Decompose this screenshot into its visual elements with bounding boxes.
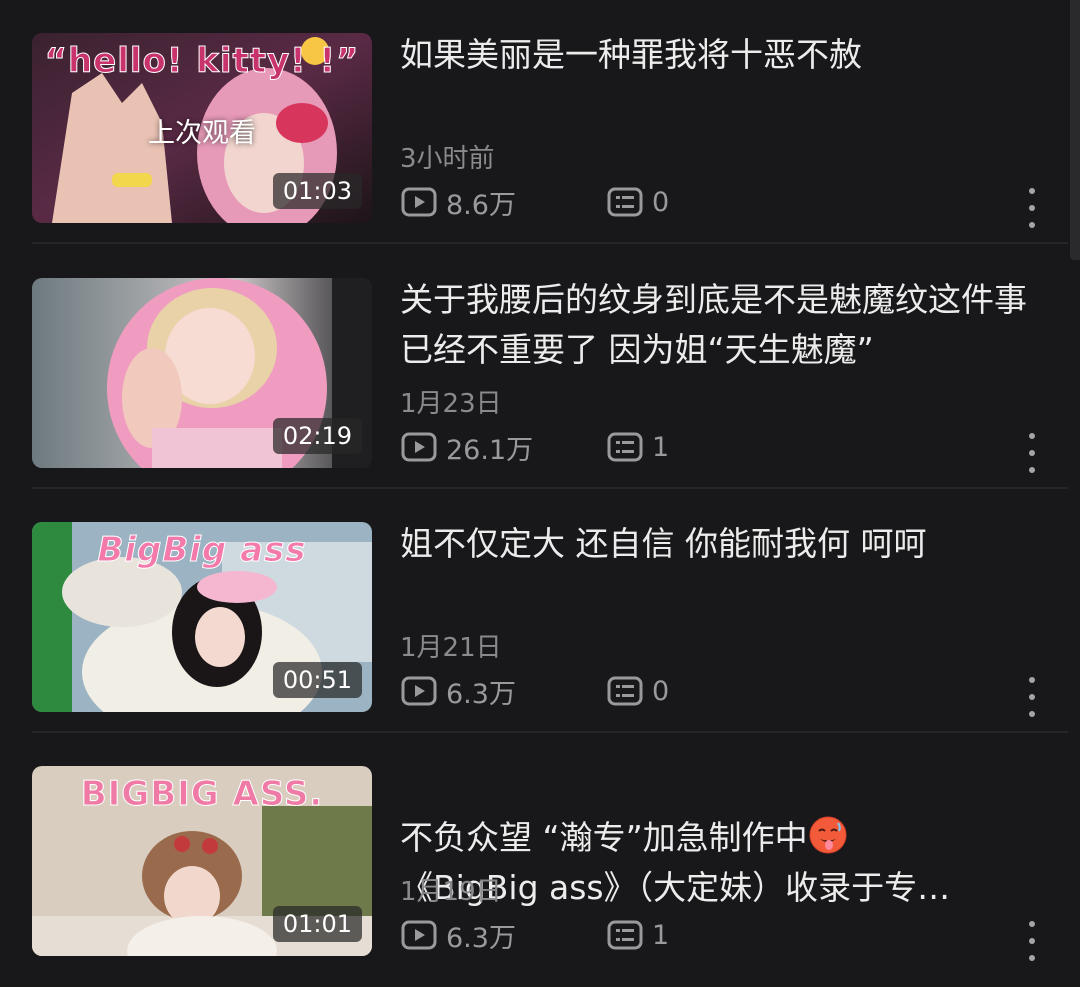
comment-count-value: 1 (652, 431, 670, 463)
comment-icon (607, 432, 643, 462)
video-item[interactable]: 02:19 关于我腰后的纹身到底是不是魅魔纹这件事 已经不重要了 因为姐“天生魅… (0, 245, 1068, 489)
comment-count: 1 (606, 917, 669, 953)
video-title[interactable]: 姐不仅定大 还自信 你能耐我何 呵呵 (400, 519, 1040, 569)
duration-badge: 02:19 (272, 418, 362, 454)
comment-count: 0 (606, 184, 669, 220)
video-thumbnail[interactable]: BigBig ass 00:51 (32, 522, 372, 712)
scrollbar[interactable] (1070, 0, 1080, 260)
play-icon (401, 432, 437, 462)
view-count-value: 6.3万 (446, 678, 516, 710)
play-icon (401, 676, 437, 706)
more-options-icon[interactable] (1022, 921, 1042, 961)
thumbnail-caption: BigBig ass (97, 530, 307, 571)
publish-date: 1月21日 (400, 633, 502, 663)
video-title-line1: 不负众望 “瀚专”加急制作中 (400, 818, 808, 857)
comment-count-value: 0 (652, 186, 670, 218)
publish-date: 1月19日 (400, 877, 502, 907)
thumbnail-caption: “hello! kitty! !” (44, 41, 360, 82)
publish-date: 3小时前 (400, 144, 495, 174)
comment-icon (607, 676, 643, 706)
view-count-value: 26.1万 (446, 434, 534, 466)
comment-icon (607, 920, 643, 950)
video-item[interactable]: “hello! kitty! !” 上次观看 01:03 如果美丽是一种罪我将十… (0, 0, 1068, 244)
more-options-icon[interactable] (1022, 433, 1042, 473)
view-count: 6.3万 (400, 917, 516, 954)
more-options-icon[interactable] (1022, 188, 1042, 228)
comment-count: 1 (606, 429, 669, 465)
view-count: 26.1万 (400, 429, 534, 466)
video-item[interactable]: BigBig ass 00:51 姐不仅定大 还自信 你能耐我何 呵呵 1月21… (0, 489, 1068, 733)
view-count-value: 8.6万 (446, 189, 516, 221)
duration-badge: 01:01 (272, 906, 362, 942)
video-thumbnail[interactable]: BIGBIG ASS. 01:01 (32, 766, 372, 956)
video-item[interactable]: BIGBIG ASS. 01:01 不负众望 “瀚专”加急制作中 《BigBig… (0, 733, 1068, 977)
divider (32, 242, 1068, 244)
duration-badge: 01:03 (272, 173, 362, 209)
comment-icon (607, 187, 643, 217)
more-options-icon[interactable] (1022, 677, 1042, 717)
view-count: 8.6万 (400, 184, 516, 221)
last-watched-label: 上次观看 (148, 118, 256, 149)
video-thumbnail[interactable]: 02:19 (32, 278, 372, 468)
video-title[interactable]: 关于我腰后的纹身到底是不是魅魔纹这件事 已经不重要了 因为姐“天生魅魔” (400, 275, 1040, 375)
play-icon (401, 920, 437, 950)
view-count-value: 6.3万 (446, 922, 516, 954)
comment-count-value: 1 (652, 919, 670, 951)
video-title[interactable]: 如果美丽是一种罪我将十恶不赦 (400, 30, 1040, 80)
duration-badge: 00:51 (272, 662, 362, 698)
comment-count: 0 (606, 673, 669, 709)
comment-count-value: 0 (652, 675, 670, 707)
view-count: 6.3万 (400, 673, 516, 710)
publish-date: 1月23日 (400, 389, 502, 419)
video-thumbnail[interactable]: “hello! kitty! !” 上次观看 01:03 (32, 33, 372, 223)
video-list: “hello! kitty! !” 上次观看 01:03 如果美丽是一种罪我将十… (0, 0, 1068, 987)
thumbnail-caption: BIGBIG ASS. (80, 774, 324, 815)
hot-face-emoji-icon (809, 816, 847, 854)
play-icon (401, 187, 437, 217)
